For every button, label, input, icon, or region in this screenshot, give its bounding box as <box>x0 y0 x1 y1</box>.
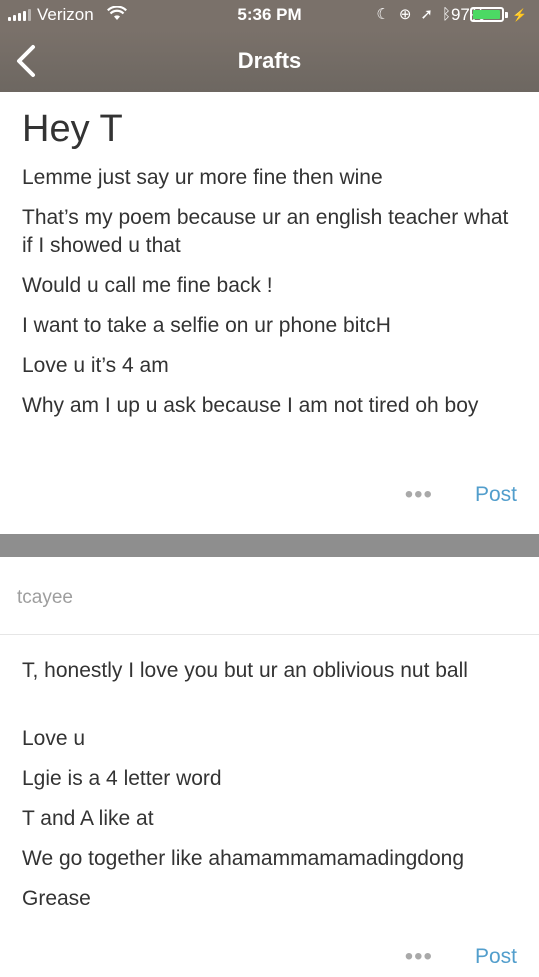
post-button[interactable]: Post <box>475 945 517 969</box>
post-paragraph: Lgie is a 4 letter word <box>22 767 222 790</box>
draft-post-card: Hey T Lemme just say ur more fine then w… <box>0 92 539 534</box>
status-icons: ☾ ⊕ ➚ ᛒ <box>376 5 451 24</box>
divider <box>0 634 539 635</box>
nav-bar: Drafts <box>0 30 539 92</box>
post-title: Hey T <box>22 108 123 150</box>
post-footer: ••• Post <box>405 943 517 971</box>
post-button[interactable]: Post <box>475 483 517 507</box>
rotation-lock-icon: ⊕ <box>398 6 412 23</box>
more-options-button[interactable]: ••• <box>405 943 433 971</box>
bluetooth-icon: ᛒ <box>441 5 451 23</box>
battery-icon: ⚡ <box>470 7 527 22</box>
reblog-username[interactable]: tcayee <box>17 587 73 609</box>
post-paragraph: Grease <box>22 887 91 910</box>
post-paragraph: Love u <box>22 727 86 750</box>
post-footer: ••• Post <box>405 481 517 509</box>
moon-icon: ☾ <box>376 6 390 23</box>
status-bar: Verizon 5:36 PM ☾ ⊕ ➚ ᛒ 97% ⚡ <box>0 0 539 30</box>
charging-bolt-icon: ⚡ <box>512 7 527 22</box>
location-arrow-icon: ➚ <box>420 6 433 23</box>
post-paragraph: Lemme just say ur more fine then wine <box>22 166 383 189</box>
page-title: Drafts <box>237 48 302 73</box>
more-options-button[interactable]: ••• <box>405 481 433 509</box>
post-paragraph: We go together like ahamammamamadingdong <box>22 847 465 870</box>
post-paragraph: That’s my poem because ur an english tea… <box>22 206 509 257</box>
post-paragraph: T and A like at <box>22 807 154 830</box>
post-paragraph: Love u it’s 4 am <box>22 354 169 377</box>
post-paragraph: Would u call me fine back ! <box>22 274 273 297</box>
post-paragraph: I want to take a selfie on ur phone bitc… <box>22 314 391 337</box>
draft-reblog-card: tcayee T, honestly I love you but ur an … <box>0 557 539 977</box>
post-paragraph: T, honestly I love you but ur an oblivio… <box>22 659 468 682</box>
post-paragraph: Why am I up u ask because I am not tired… <box>22 394 479 417</box>
